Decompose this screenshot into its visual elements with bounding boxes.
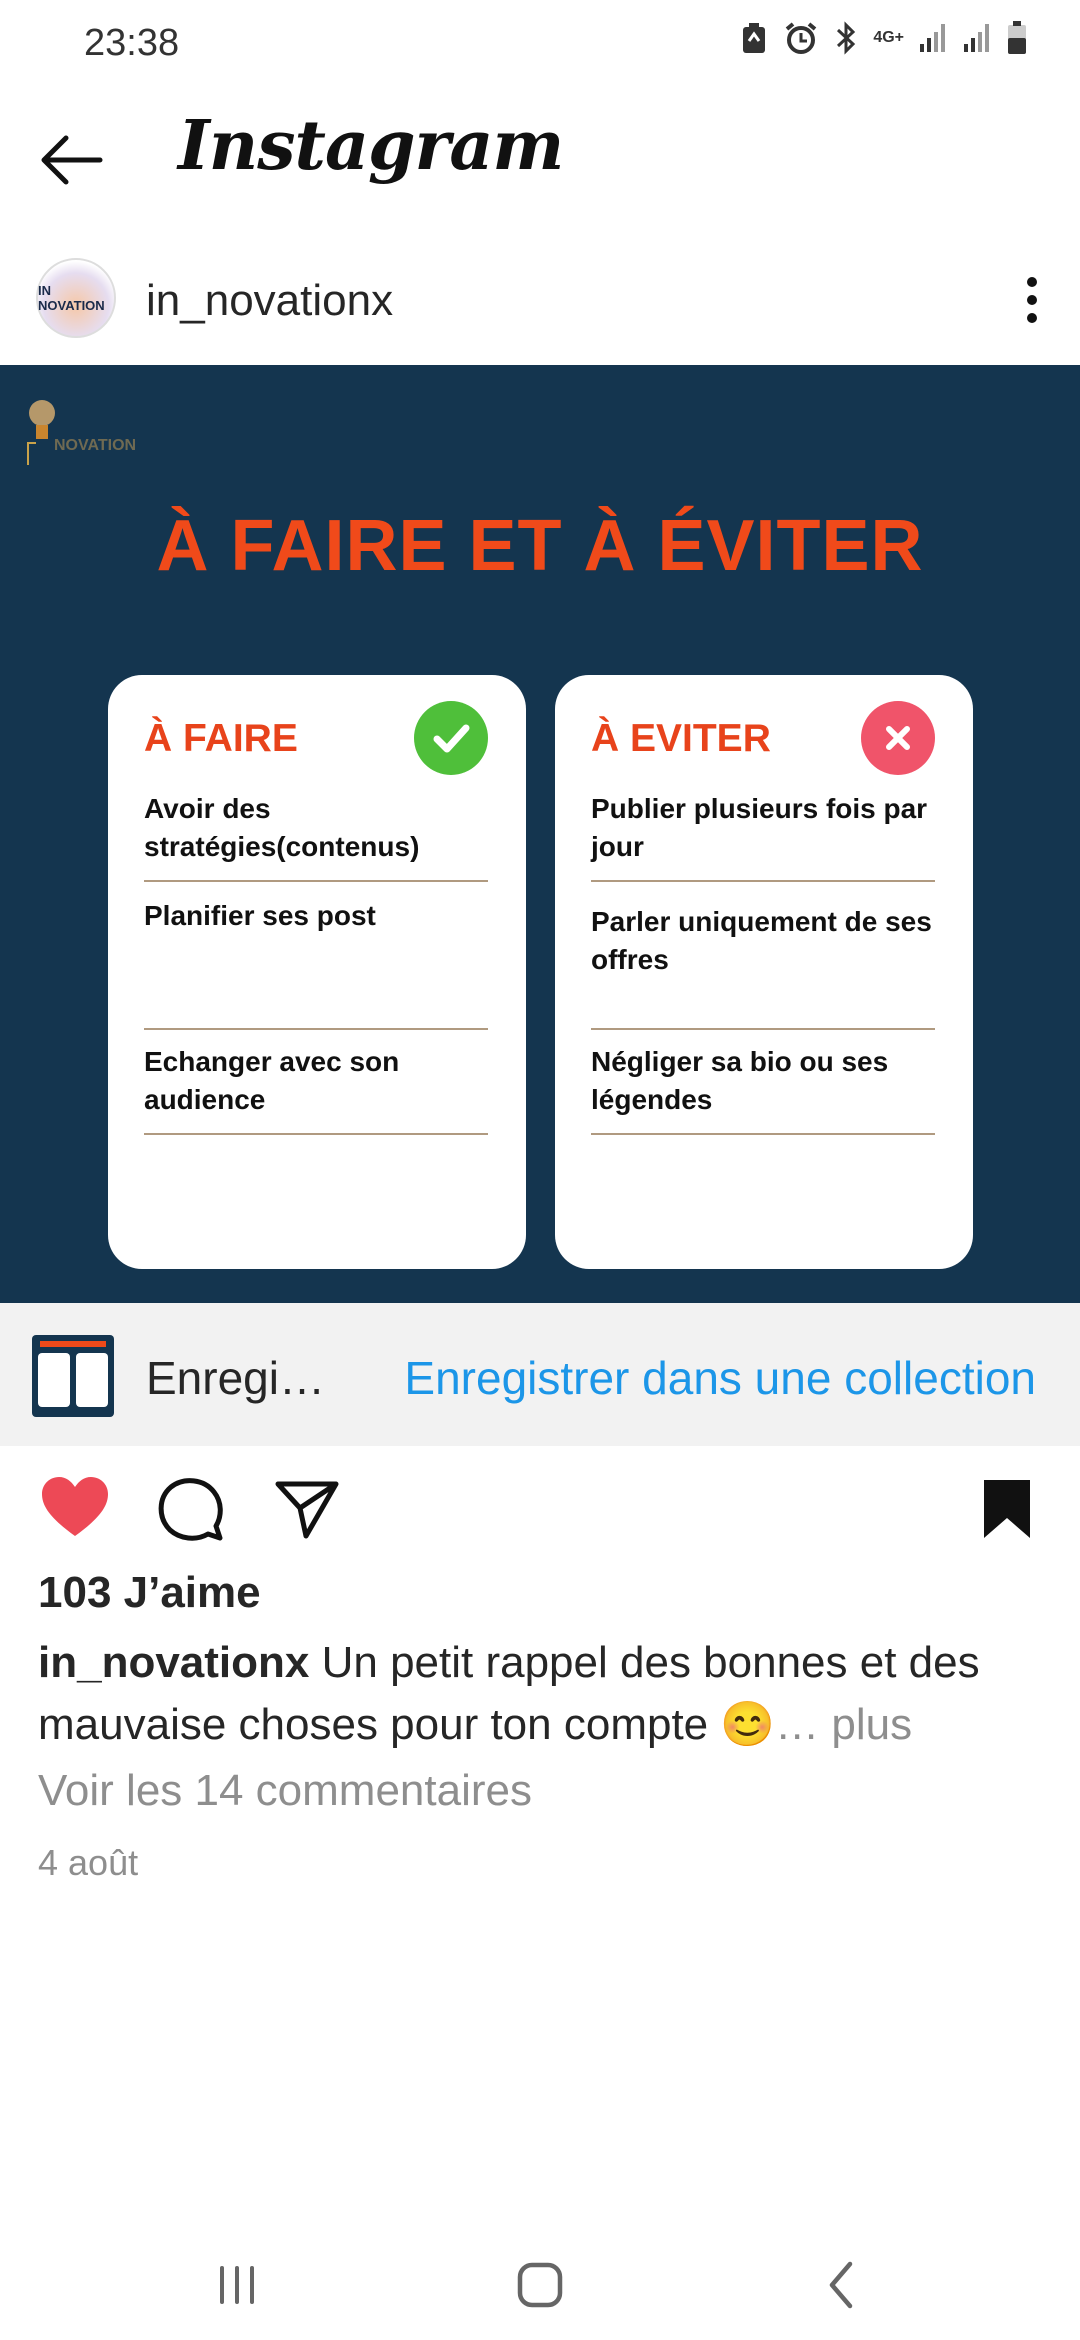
image-title: À FAIRE ET À ÉVITER (156, 506, 924, 586)
more-options-icon[interactable] (1010, 270, 1054, 330)
battery-saver-icon (743, 23, 766, 53)
avoid-item-2: Parler uniquement de ses offres (591, 906, 932, 975)
app-title: Instagram (178, 106, 564, 186)
like-heart-icon[interactable] (40, 1474, 110, 1544)
saved-label: Enregi… (146, 1352, 325, 1404)
battery-icon (1008, 21, 1026, 54)
do-card-heading: À FAIRE (144, 717, 298, 760)
likes-count[interactable]: 103 J’aime (38, 1568, 261, 1618)
divider (591, 880, 935, 882)
back-arrow-icon[interactable] (36, 124, 108, 196)
recent-apps-icon[interactable] (202, 2250, 272, 2320)
system-nav-bar (0, 2220, 1080, 2340)
check-icon (414, 701, 488, 775)
signal-icon-1 (920, 24, 945, 52)
signal-icon-2 (964, 24, 989, 52)
post-image[interactable]: NOVATION À FAIRE ET À ÉVITER À FAIRE Avo… (0, 365, 1080, 1303)
avoid-item-1: Publier plusieurs fois par jour (591, 793, 928, 862)
do-item-2: Planifier ses post (144, 900, 376, 931)
divider (144, 1028, 488, 1030)
saved-post-thumbnail (32, 1335, 114, 1417)
post-caption: in_novationx Un petit rappel des bonnes … (38, 1632, 1048, 1756)
logo-text: NOVATION (54, 437, 137, 454)
back-nav-icon[interactable] (806, 2250, 876, 2320)
avatar-text: IN NOVATION (38, 283, 105, 313)
alarm-icon (786, 22, 817, 54)
post-actions (0, 1446, 1080, 1566)
avoid-card-heading: À EVITER (591, 717, 771, 760)
save-to-collection-bar: Enregi… Enregistrer dans une collection (0, 1303, 1080, 1446)
status-time: 23:38 (84, 22, 180, 64)
divider (144, 1133, 488, 1135)
do-card: À FAIRE Avoir des stratégies(contenus) P… (108, 675, 526, 1269)
status-icons: 4G+ (739, 20, 1028, 56)
save-to-collection-link[interactable]: Enregistrer dans une collection (404, 1351, 1036, 1405)
caption-username[interactable]: in_novationx (38, 1638, 309, 1687)
post-date: 4 août (38, 1842, 139, 1883)
home-icon[interactable] (505, 2250, 575, 2320)
do-item-1: Avoir des stratégies(contenus) (144, 793, 420, 862)
network-type-icon: 4G+ (873, 29, 904, 46)
post-header: IN NOVATION in_novationx (0, 246, 1080, 362)
share-icon[interactable] (272, 1474, 342, 1544)
divider (144, 880, 488, 882)
do-item-3: Echanger avec son audience (144, 1046, 400, 1115)
divider (591, 1133, 935, 1135)
brand-logo: NOVATION (20, 393, 150, 473)
comment-icon[interactable] (156, 1474, 226, 1544)
avoid-item-3: Négliger sa bio ou ses légendes (591, 1046, 889, 1115)
saved-bookmark-icon[interactable] (972, 1474, 1042, 1544)
lightbulb-logo-icon (27, 400, 55, 465)
cross-icon (861, 701, 935, 775)
avoid-card: À EVITER Publier plusieurs fois par jour… (555, 675, 973, 1269)
view-comments-link[interactable]: Voir les 14 commentaires (38, 1766, 532, 1816)
post-username[interactable]: in_novationx (146, 276, 393, 326)
app-header: Instagram (0, 84, 1080, 230)
bluetooth-icon (837, 21, 856, 55)
caption-more-link[interactable]: … plus (775, 1700, 912, 1749)
status-bar: 23:38 4G+ (0, 0, 1080, 84)
divider (591, 1028, 935, 1030)
avatar[interactable]: IN NOVATION (36, 258, 116, 338)
